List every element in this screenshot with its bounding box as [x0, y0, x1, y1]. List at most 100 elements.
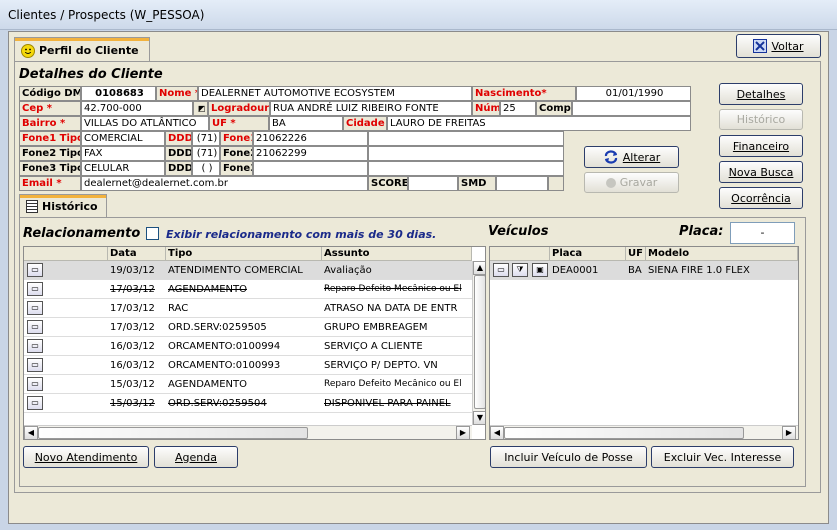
veic-scroll-left-icon[interactable]: ◀: [490, 426, 504, 439]
codigo-dms-value[interactable]: 0108683: [81, 86, 156, 101]
veic-horizontal-scrollbar[interactable]: ◀ ▶: [490, 425, 798, 439]
rel-cell-data: 17/03/12: [110, 284, 155, 295]
nascimento-label: Nascimento*: [472, 86, 576, 101]
fone3-field[interactable]: [253, 161, 368, 176]
email-field[interactable]: dealernet@dealernet.com.br: [81, 176, 368, 191]
excluir-vec-button[interactable]: Excluir Vec. Interesse: [651, 446, 794, 468]
nome-field[interactable]: DEALERNET AUTOMOTIVE ECOSYSTEM: [198, 86, 472, 101]
financeiro-button[interactable]: Financeiro: [719, 135, 803, 157]
detalhes-button[interactable]: Detalhes: [719, 83, 803, 105]
cidade-field[interactable]: LAURO DE FREITAS: [387, 116, 691, 131]
row-detail-icon[interactable]: ▭: [27, 377, 43, 391]
fone1-extra-field[interactable]: [368, 131, 564, 146]
logradouro-field[interactable]: RUA ANDRÉ LUIZ RIBEIRO FONTE: [270, 101, 472, 116]
cep-field[interactable]: 42.700-000: [81, 101, 193, 116]
rel-cell-tipo: AGENDAMENTO: [168, 379, 247, 390]
historico-button[interactable]: Histórico: [719, 109, 803, 130]
fone2-tipo-field[interactable]: FAX: [81, 146, 165, 161]
tab-historico[interactable]: Histórico: [19, 194, 107, 218]
bairro-field[interactable]: VILLAS DO ATLÂNTICO: [81, 116, 209, 131]
veic-filter-icon[interactable]: ⧩: [512, 263, 528, 277]
veic-col-placa: Placa: [550, 247, 626, 261]
tab-historico-label: Histórico: [42, 200, 98, 213]
relacionamento-row[interactable]: ▭ 16/03/12 ORCAMENTO:0100993 SERVIÇO P/ DEP…: [24, 356, 472, 375]
compl-field[interactable]: [572, 101, 691, 116]
ddd1-field[interactable]: (71): [192, 131, 220, 146]
rel-cell-tipo: ORCAMENTO:0100993: [168, 360, 281, 371]
rel-scroll-left-icon[interactable]: ◀: [24, 426, 38, 439]
veic-col-modelo: Modelo: [646, 247, 798, 261]
bairro-label: Bairro *: [19, 116, 81, 131]
rel-scroll-down-icon[interactable]: ▼: [473, 411, 485, 425]
relacionamento-row[interactable]: ▭ 17/03/12 ORD.SERV:0259505 GRUPO EMBREAGEM: [24, 318, 472, 337]
relacionamento-row[interactable]: ▭ 19/03/12 ATENDIMENTO COMERCIAL Avaliação: [24, 261, 472, 280]
relacionamento-row[interactable]: ▭ 15/03/12 AGENDAMENTO Reparo Defeito Mecân…: [24, 375, 472, 394]
uf-field[interactable]: BA: [269, 116, 343, 131]
relacionamento-row[interactable]: ▭ 15/03/12 ORD.SERV:0259504 DISPONÍVEL PARA…: [24, 394, 472, 413]
rel-scroll-up-icon[interactable]: ▲: [473, 261, 485, 275]
gravar-button[interactable]: Gravar: [584, 172, 679, 193]
nome-label: Nome *: [156, 86, 198, 101]
relacionamento-row[interactable]: ▭ 17/03/12 RAC ATRASO NA DATA DE ENTR: [24, 299, 472, 318]
agenda-button[interactable]: Agenda: [154, 446, 238, 468]
tab-perfil-cliente[interactable]: Perfil do Cliente: [14, 37, 150, 62]
ocorrencia-button[interactable]: Ocorrência: [719, 187, 803, 209]
fone3-label: Fone3: [220, 161, 253, 176]
rel-vertical-scrollbar[interactable]: ▲ ▼: [472, 261, 485, 425]
num-field[interactable]: 25: [500, 101, 536, 116]
rel-cell-tipo: ORCAMENTO:0100994: [168, 341, 281, 352]
novo-atendimento-button[interactable]: Novo Atendimento: [23, 446, 149, 468]
main-window: Perfil do Cliente Voltar Detalhes do Cli…: [8, 31, 829, 524]
row-detail-icon[interactable]: ▭: [27, 339, 43, 353]
veic-doc-icon[interactable]: ▣: [532, 263, 548, 277]
ddd2-field[interactable]: (71): [192, 146, 220, 161]
fone2-extra-field[interactable]: [368, 146, 564, 161]
rel-cell-data: 17/03/12: [110, 322, 155, 333]
compl-label: Compl.: [536, 101, 572, 116]
exibir-30-dias-label: Exibir relacionamento com mais de 30 dia…: [166, 228, 437, 241]
ddd2-label: DDD: [165, 146, 192, 161]
smd-field[interactable]: [496, 176, 548, 191]
row-detail-icon[interactable]: ▭: [27, 282, 43, 296]
veic-scroll-right-icon[interactable]: ▶: [782, 426, 796, 439]
exibir-30-dias-checkbox[interactable]: [146, 227, 159, 240]
veic-detail-icon[interactable]: ▭: [493, 263, 509, 277]
relacionamento-row[interactable]: ▭ 16/03/12 ORCAMENTO:0100994 SERVIÇO A CLIE…: [24, 337, 472, 356]
row-detail-icon[interactable]: ▭: [27, 358, 43, 372]
fone2-field[interactable]: 21062299: [253, 146, 368, 161]
fone1-field[interactable]: 21062226: [253, 131, 368, 146]
rel-cell-assunto: GRUPO EMBREAGEM: [324, 322, 428, 333]
veic-cell-placa: DEA0001: [552, 265, 599, 276]
rel-cell-tipo: AGENDAMENTO: [168, 284, 247, 295]
row-detail-icon[interactable]: ▭: [27, 320, 43, 334]
score-field[interactable]: [408, 176, 458, 191]
rel-col-tipo: Tipo: [166, 247, 322, 261]
rel-cell-data: 19/03/12: [110, 265, 155, 276]
close-x-icon: [753, 39, 768, 53]
row-detail-icon[interactable]: ▭: [27, 301, 43, 315]
smd-button[interactable]: [548, 176, 564, 191]
row-detail-icon[interactable]: ▭: [27, 263, 43, 277]
voltar-button[interactable]: Voltar: [736, 34, 821, 58]
relacionamento-row[interactable]: ▭ 17/03/12 AGENDAMENTO Reparo Defeito Mecân…: [24, 280, 472, 299]
row-detail-icon[interactable]: ▭: [27, 396, 43, 410]
rel-horizontal-scrollbar[interactable]: ◀ ▶: [24, 425, 472, 439]
veiculo-row[interactable]: ▭ ⧩ ▣ DEA0001 BA SIENA FIRE 1.0 FLEX: [490, 261, 798, 280]
veic-hscroll-thumb[interactable]: [504, 427, 744, 439]
email-label: Email *: [19, 176, 81, 191]
incluir-veiculo-button[interactable]: Incluir Veículo de Posse: [490, 446, 647, 468]
rel-scroll-right-icon[interactable]: ▶: [456, 426, 470, 439]
rel-col-assunto: Assunto: [322, 247, 472, 261]
nascimento-field[interactable]: 01/01/1990: [576, 86, 691, 101]
alterar-button[interactable]: Alterar: [584, 146, 679, 168]
excluir-vec-label: Excluir Vec. Interesse: [663, 450, 782, 464]
fone3-extra-field[interactable]: [368, 161, 564, 176]
ddd3-field[interactable]: ( ): [192, 161, 220, 176]
placa-search-input[interactable]: -: [730, 222, 795, 244]
fone3-tipo-field[interactable]: CELULAR: [81, 161, 165, 176]
rel-hscroll-thumb[interactable]: [38, 427, 308, 439]
cep-search-icon[interactable]: ◩: [193, 101, 208, 116]
fone1-tipo-field[interactable]: COMERCIAL: [81, 131, 165, 146]
rel-scroll-thumb[interactable]: [474, 275, 485, 409]
nova-busca-button[interactable]: Nova Busca: [719, 161, 803, 183]
